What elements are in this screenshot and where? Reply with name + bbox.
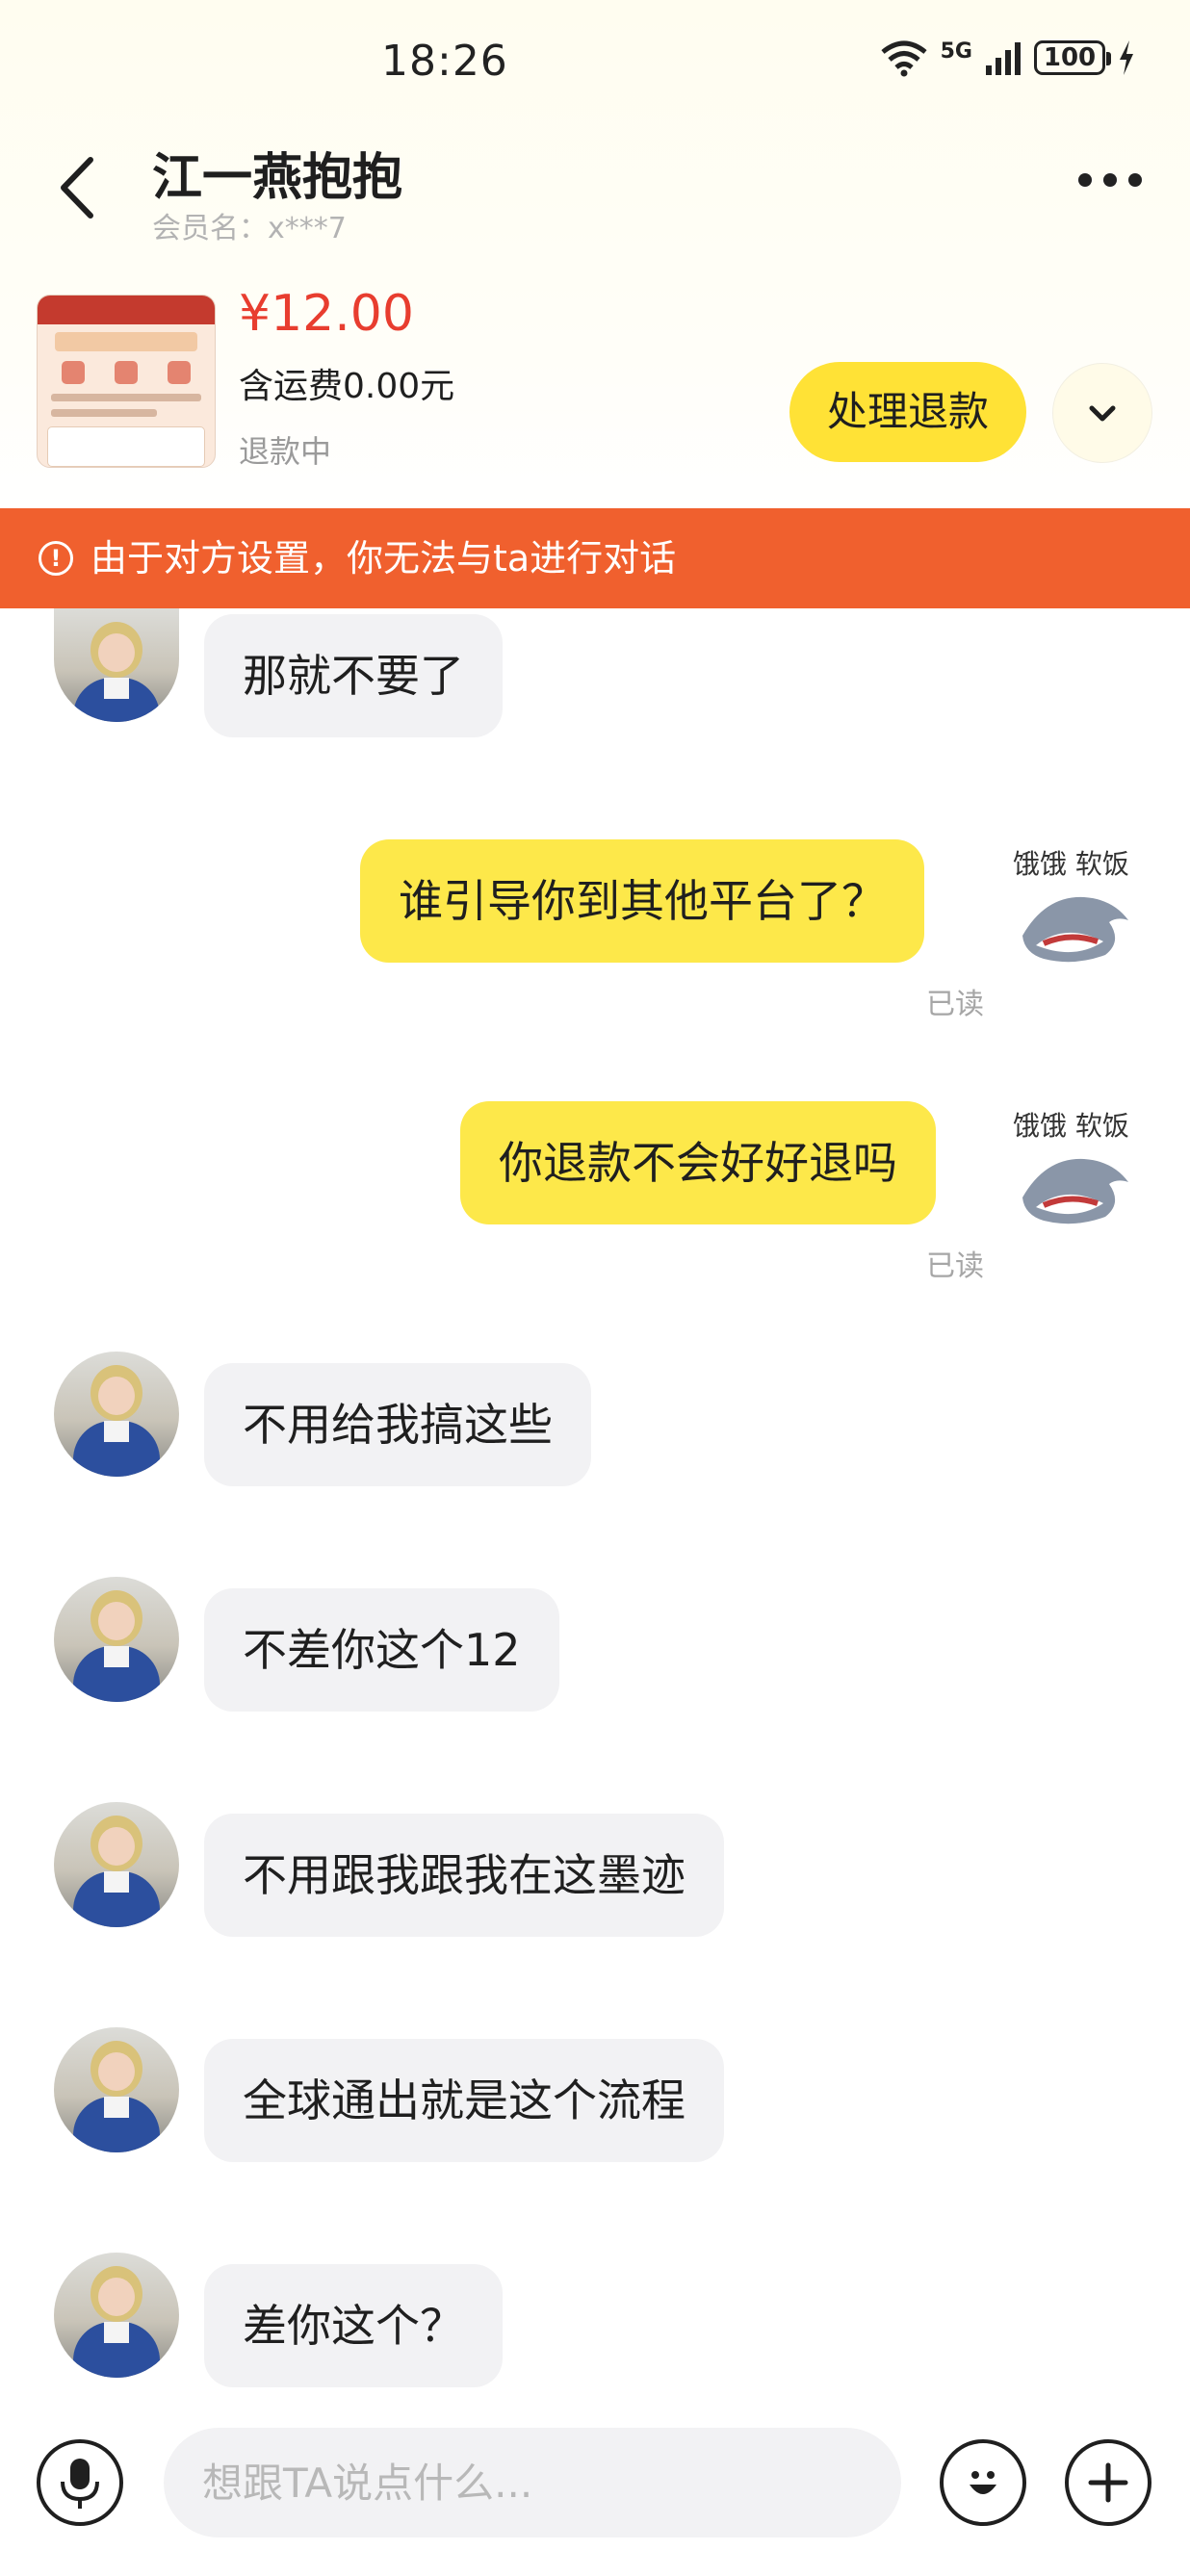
- shipping-fee: 含运费0.00元: [239, 367, 455, 406]
- member-name: 会员名：x***7: [152, 212, 347, 245]
- my-avatar[interactable]: 饿饿 软饭: [1013, 1105, 1138, 1230]
- message-bubble-in[interactable]: 差你这个？: [204, 2264, 503, 2387]
- warning-icon: !: [39, 541, 73, 576]
- product-thumbnail[interactable]: [37, 295, 216, 468]
- message-bubble-in[interactable]: 不用给我搞这些: [204, 1363, 591, 1486]
- message-input[interactable]: [164, 2428, 901, 2537]
- shark-sticker-icon: [1022, 896, 1128, 963]
- read-receipt: 已读: [926, 988, 984, 1021]
- message-bubble-in[interactable]: 不差你这个12: [204, 1588, 559, 1712]
- more-actions-button[interactable]: [1065, 2439, 1151, 2526]
- wifi-icon: [881, 40, 927, 77]
- emoji-button[interactable]: [940, 2439, 1026, 2526]
- voice-button[interactable]: [37, 2439, 123, 2526]
- chevron-left-icon: [61, 157, 93, 219]
- emoji-icon: [970, 2471, 996, 2494]
- chat-title: 江一燕抱抱: [152, 149, 403, 207]
- contact-avatar[interactable]: [54, 2027, 179, 2152]
- refund-status: 退款中: [239, 433, 332, 470]
- blocked-banner-text: 由于对方设置，你无法与ta进行对话: [91, 537, 677, 580]
- chevron-down-icon: [1089, 405, 1116, 422]
- contact-avatar[interactable]: [54, 1352, 179, 1477]
- sticker-caption: 饿饿 软饭: [1013, 848, 1129, 880]
- network-5g-label: 5G: [940, 39, 972, 64]
- charging-icon: [1120, 40, 1133, 75]
- signal-icon: [986, 42, 1021, 75]
- blocked-banner: ! 由于对方设置，你无法与ta进行对话: [0, 508, 1190, 608]
- sticker-caption: 饿饿 软饭: [1013, 1110, 1129, 1142]
- my-avatar[interactable]: 饿饿 软饭: [1013, 843, 1138, 968]
- more-icon: [1078, 173, 1092, 187]
- status-icons: 5G 100: [879, 39, 1136, 77]
- contact-avatar[interactable]: [54, 1577, 179, 1702]
- battery-icon: 100: [1034, 40, 1111, 75]
- expand-button[interactable]: [1053, 364, 1151, 462]
- contact-avatar[interactable]: [54, 608, 179, 722]
- back-button[interactable]: [56, 154, 98, 221]
- contact-avatar[interactable]: [54, 2253, 179, 2378]
- contact-avatar[interactable]: [54, 1802, 179, 1927]
- message-bubble-in[interactable]: 全球通出就是这个流程: [204, 2039, 724, 2162]
- message-bubble-out[interactable]: 你退款不会好好退吗: [460, 1101, 936, 1224]
- product-price: ¥12.00: [239, 285, 414, 343]
- status-time: 18:26: [381, 37, 508, 86]
- microphone-icon: [61, 2459, 99, 2509]
- message-bubble-in[interactable]: 不用跟我跟我在这墨迹: [204, 1814, 724, 1937]
- message-bubble-in[interactable]: 那就不要了: [204, 614, 503, 737]
- plus-icon: [1088, 2462, 1128, 2503]
- message-bubble-out[interactable]: 谁引导你到其他平台了？: [360, 839, 924, 963]
- read-receipt: 已读: [926, 1249, 984, 1283]
- process-refund-button[interactable]: 处理退款: [789, 362, 1026, 462]
- shark-sticker-icon: [1022, 1158, 1128, 1224]
- more-button[interactable]: [1078, 173, 1142, 187]
